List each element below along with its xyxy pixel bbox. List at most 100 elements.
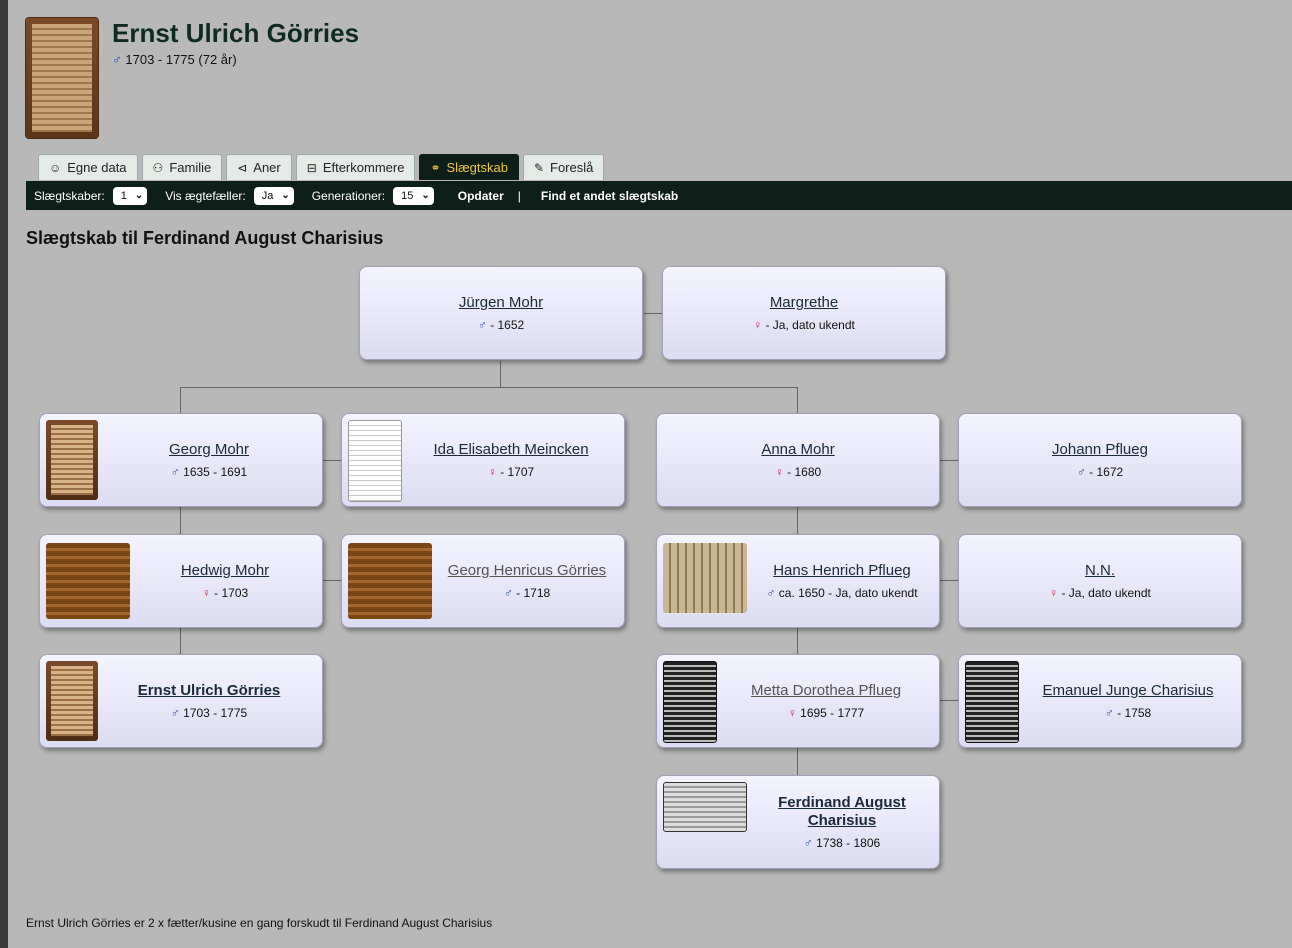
couple-connector	[940, 460, 958, 461]
profile-portrait[interactable]	[26, 18, 98, 138]
female-symbol-icon: ♀	[787, 706, 797, 720]
tree-connector	[180, 507, 181, 534]
person-thumbnail[interactable]	[663, 543, 747, 613]
person-card-emanuel-junge-charisius: Emanuel Junge Charisius ♂ - 1758	[958, 654, 1242, 748]
person-link[interactable]: Johann Pflueg	[1052, 441, 1148, 459]
spouses-select[interactable]: Ja ⌄	[253, 186, 294, 205]
couple-connector	[323, 460, 341, 461]
couple-connector	[940, 700, 958, 701]
tree-connector	[180, 387, 798, 388]
person-card-nn: N.N. ♀ - Ja, dato ukendt	[958, 534, 1242, 628]
couple-connector	[323, 580, 341, 581]
generations-select[interactable]: 15 ⌄	[393, 186, 434, 205]
person-card-hans-henrich-pflueg: Hans Henrich Pflueg ♂ ca. 1650 - Ja, dat…	[656, 534, 940, 628]
couple-connector	[644, 313, 662, 314]
person-card-georg-mohr: Georg Mohr ♂ 1635 - 1691	[39, 413, 323, 507]
tree-connector	[500, 361, 501, 387]
tab-slaegtskab[interactable]: ⚭ Slægtskab	[419, 154, 519, 180]
tab-bar: ☺ Egne data ⚇ Familie ⊲ Aner ⊟ Efterkommere …	[38, 154, 605, 180]
tab-foreslaa[interactable]: ✎ Foreslå	[522, 154, 605, 180]
male-symbol-icon: ♂	[477, 318, 487, 332]
person-thumbnail[interactable]	[46, 543, 130, 619]
male-symbol-icon: ♂	[170, 465, 180, 479]
person-link[interactable]: Hans Henrich Pflueg	[773, 562, 911, 580]
find-other-relationship-link[interactable]: Find et andet slægtskab	[541, 189, 678, 203]
person-card-ida-elisabeth-meincken: Ida Elisabeth Meincken ♀ - 1707	[341, 413, 625, 507]
person-card-ernst-ulrich-gorries: Ernst Ulrich Görries ♂ 1703 - 1775	[39, 654, 323, 748]
relationship-icon: ⚭	[430, 160, 441, 175]
person-link[interactable]: Metta Dorothea Pflueg	[751, 682, 901, 700]
tab-familie[interactable]: ⚇ Familie	[141, 154, 223, 180]
person-link[interactable]: Anna Mohr	[761, 441, 834, 459]
tree-connector	[797, 627, 798, 654]
person-card-georg-henricus-gorries: Georg Henricus Görries ♂ - 1718	[341, 534, 625, 628]
person-thumbnail[interactable]	[663, 661, 717, 743]
person-card-ferdinand-august-charisius: Ferdinand August Charisius ♂ 1738 - 1806	[656, 775, 940, 869]
tree-icon: ⊲	[237, 160, 248, 175]
person-thumbnail[interactable]	[46, 420, 98, 500]
person-thumbnail[interactable]	[348, 543, 432, 619]
male-symbol-icon: ♂	[803, 836, 813, 850]
person-link[interactable]: Jürgen Mohr	[459, 294, 543, 312]
person-thumbnail[interactable]	[46, 661, 98, 741]
suggest-icon: ✎	[533, 160, 544, 175]
tab-efterkommere[interactable]: ⊟ Efterkommere	[295, 154, 416, 180]
person-card-margrethe: Margrethe ♀ - Ja, dato ukendt	[662, 266, 946, 360]
person-card-anna-mohr: Anna Mohr ♀ - 1680	[656, 413, 940, 507]
female-symbol-icon: ♀	[1049, 586, 1059, 600]
male-symbol-icon: ♂	[1076, 465, 1086, 479]
person-link[interactable]: Georg Henricus Görries	[448, 562, 606, 580]
left-edge-bar	[0, 0, 8, 948]
section-title: Slægtskab til Ferdinand August Charisius	[26, 228, 384, 248]
slaegtskaber-select[interactable]: 1 ⌄	[112, 186, 148, 205]
person-card-jurgen-mohr: Jürgen Mohr ♂ - 1652	[359, 266, 643, 360]
person-card-metta-dorothea-pflueg: Metta Dorothea Pflueg ♀ 1695 - 1777	[656, 654, 940, 748]
relationship-summary: Ernst Ulrich Görries er 2 x fætter/kusin…	[26, 916, 493, 930]
page-title: Ernst Ulrich Görries	[112, 18, 360, 48]
female-symbol-icon: ♀	[774, 465, 784, 479]
relationship-toolbar: Slægtskaber: 1 ⌄ Vis ægtefæller: Ja ⌄ Gene…	[26, 181, 1292, 210]
chevron-down-icon: ⌄	[281, 190, 290, 201]
couple-connector	[940, 580, 958, 581]
male-symbol-icon: ♂	[112, 52, 122, 67]
descendants-icon: ⊟	[306, 160, 317, 175]
tree-connector	[180, 387, 181, 413]
toolbar-separator: |	[517, 188, 521, 203]
person-link[interactable]: Hedwig Mohr	[181, 562, 269, 580]
lifespan-text: 1703 - 1775 (72 år)	[125, 52, 237, 67]
male-symbol-icon: ♂	[766, 586, 776, 600]
person-link[interactable]: Georg Mohr	[169, 441, 249, 459]
tab-egne-data[interactable]: ☺ Egne data	[38, 154, 138, 180]
page-lifespan: ♂ 1703 - 1775 (72 år)	[112, 52, 237, 67]
person-link[interactable]: N.N.	[1085, 562, 1115, 580]
person-thumbnail[interactable]	[348, 420, 402, 502]
spouses-label: Vis ægtefæller:	[165, 188, 246, 203]
person-thumbnail[interactable]	[663, 782, 747, 832]
male-symbol-icon: ♂	[503, 586, 513, 600]
person-thumbnail[interactable]	[965, 661, 1019, 743]
person-link[interactable]: Emanuel Junge Charisius	[1043, 682, 1214, 700]
female-symbol-icon: ♀	[487, 465, 497, 479]
generations-label: Generationer:	[311, 188, 386, 203]
person-link[interactable]: Ida Elisabeth Meincken	[433, 441, 588, 459]
person-icon: ☺	[49, 160, 62, 175]
tab-aner[interactable]: ⊲ Aner	[226, 154, 292, 180]
chevron-down-icon: ⌄	[421, 190, 430, 201]
slaegtskaber-label: Slægtskaber:	[34, 188, 105, 203]
person-card-johann-pflueg: Johann Pflueg ♂ - 1672	[958, 413, 1242, 507]
chevron-down-icon: ⌄	[134, 190, 144, 201]
male-symbol-icon: ♂	[170, 706, 180, 720]
tree-connector	[180, 627, 181, 654]
tree-connector	[797, 748, 798, 775]
update-button[interactable]: Opdater	[458, 189, 504, 203]
male-symbol-icon: ♂	[1104, 706, 1114, 720]
family-icon: ⚇	[152, 160, 164, 175]
person-link[interactable]: Margrethe	[770, 294, 838, 312]
person-card-hedwig-mohr: Hedwig Mohr ♀ - 1703	[39, 534, 323, 628]
tree-connector	[797, 507, 798, 534]
female-symbol-icon: ♀	[201, 586, 211, 600]
person-link[interactable]: Ernst Ulrich Görries	[138, 682, 281, 700]
female-symbol-icon: ♀	[753, 318, 763, 332]
tree-connector	[797, 387, 798, 413]
person-link[interactable]: Ferdinand August Charisius	[749, 794, 935, 830]
